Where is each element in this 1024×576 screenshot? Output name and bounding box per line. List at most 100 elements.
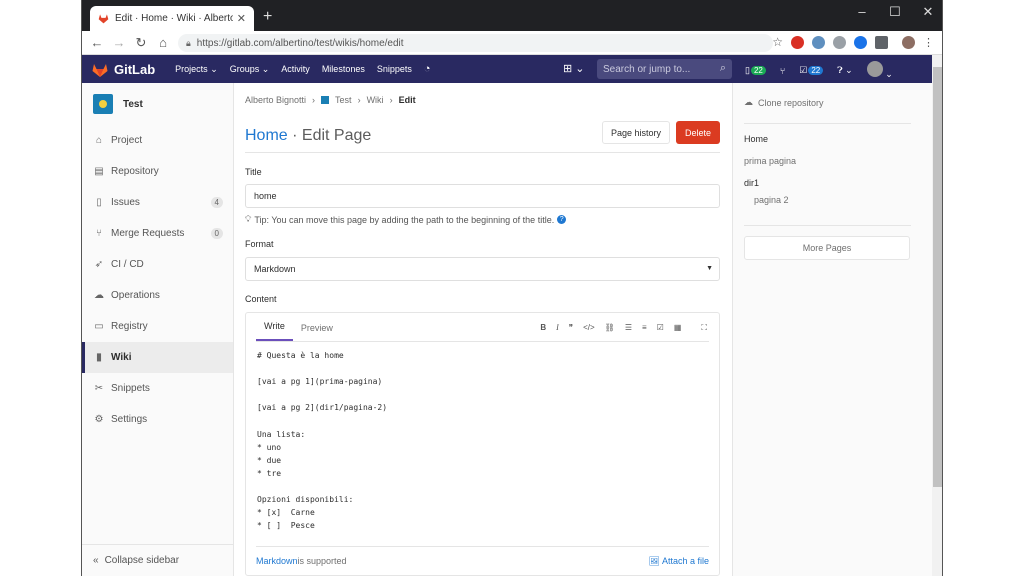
sidebar-item-merge-requests[interactable]: ⑂ Merge Requests 0 xyxy=(82,218,233,249)
fullscreen-icon[interactable]: ⛶ xyxy=(701,323,707,333)
adblock-icon[interactable] xyxy=(791,35,804,49)
page-title: Home · Edit Page xyxy=(245,127,371,145)
profile-avatar[interactable] xyxy=(902,35,915,49)
bold-icon[interactable]: B xyxy=(540,323,546,333)
scissors-icon: ✂ xyxy=(94,383,104,394)
page-history-button[interactable]: Page history xyxy=(602,121,670,144)
address-bar: ← → ↻ ⌂ 🔒︎ https://gitlab.com/albertino/… xyxy=(82,31,942,55)
chevron-right-icon: › xyxy=(357,95,361,105)
tab-preview[interactable]: Preview xyxy=(293,323,341,341)
markdown-editor: Write Preview B I ❞ </> ⛓ ☰ ≡ ☑ ▦ ⛶ # Qu… xyxy=(245,312,720,576)
issues-badge: 22 xyxy=(750,66,766,75)
performance-icon[interactable]: ◔ xyxy=(424,63,431,75)
tip-text: Tip: You can move this page by adding th… xyxy=(254,214,555,225)
issues-nav[interactable]: ▯ 22 xyxy=(745,65,766,76)
home-icon[interactable]: ⌂ xyxy=(152,35,174,50)
globe-extension-icon[interactable] xyxy=(854,35,867,49)
sidebar-item-registry[interactable]: ▭ Registry xyxy=(82,311,233,342)
url-field[interactable]: 🔒︎ https://gitlab.com/albertino/test/wik… xyxy=(178,34,773,52)
sidebar-item-issues[interactable]: ▯ Issues 4 xyxy=(82,187,233,218)
help-icon[interactable]: ? xyxy=(557,215,567,224)
container-icon: ▭ xyxy=(94,321,104,332)
main-content: Alberto Bignotti › Test › Wiki › Edit Home … xyxy=(245,83,721,576)
collapse-sidebar-button[interactable]: « Collapse sidebar xyxy=(82,544,234,576)
gear-icon: ⚙ xyxy=(94,414,104,425)
forward-icon[interactable]: → xyxy=(108,35,130,50)
sidebar-item-snippets[interactable]: ✂ Snippets xyxy=(82,373,233,404)
project-header[interactable]: Test xyxy=(82,83,233,125)
back-icon[interactable]: ← xyxy=(86,35,108,50)
sidebar-item-label: Registry xyxy=(111,321,148,332)
delete-button[interactable]: Delete xyxy=(676,121,720,144)
more-pages-button[interactable]: More Pages xyxy=(744,236,910,260)
format-select[interactable]: Markdown ▼ xyxy=(245,257,720,281)
window-close-icon[interactable]: ✕ xyxy=(918,4,938,20)
link-icon[interactable]: ⛓ xyxy=(605,323,615,333)
help-icon[interactable]: ❓︎ ⌄ xyxy=(837,65,852,76)
new-tab-icon[interactable]: + xyxy=(263,8,272,26)
lightbulb-icon: 💡︎ xyxy=(245,214,252,224)
sidebar-item-repository[interactable]: ▤ Repository xyxy=(82,156,233,187)
wiki-page-home[interactable]: Home xyxy=(744,134,768,144)
chrome-menu-icon[interactable]: ⋮ xyxy=(923,36,934,49)
search-input[interactable]: Search or jump to... ⌕ xyxy=(597,59,732,79)
tab-write[interactable]: Write xyxy=(256,321,293,341)
breadcrumb-user[interactable]: Alberto Bignotti xyxy=(245,95,306,105)
search-placeholder: Search or jump to... xyxy=(603,63,691,75)
user-menu[interactable]: ⌄ xyxy=(866,61,893,80)
chevron-right-icon: › xyxy=(312,95,316,105)
reload-icon[interactable]: ↻ xyxy=(130,35,152,51)
browser-tab[interactable]: Edit · Home · Wiki · Alberto Bigno ✕ xyxy=(90,6,254,31)
minimize-icon[interactable]: – xyxy=(852,4,872,19)
nav-snippets[interactable]: Snippets xyxy=(377,64,412,74)
markdown-link[interactable]: Markdown xyxy=(256,556,298,566)
task-list-icon[interactable]: ☑ xyxy=(657,323,664,333)
title-input[interactable]: home xyxy=(245,184,720,208)
sidebar-item-label: Settings xyxy=(111,414,148,425)
bullet-list-icon[interactable]: ☰ xyxy=(625,323,632,333)
browser-titlebar: Edit · Home · Wiki · Alberto Bigno ✕ + –… xyxy=(82,0,942,31)
wiki-page-prima-pagina[interactable]: prima pagina xyxy=(744,156,796,166)
scrollbar-thumb[interactable] xyxy=(933,67,942,487)
page-scrollbar[interactable] xyxy=(932,55,942,576)
sidebar-item-settings[interactable]: ⚙ Settings xyxy=(82,404,233,435)
sidebar-item-label: Wiki xyxy=(111,352,132,363)
extension-icons: ☆ ⋮ xyxy=(772,35,934,49)
table-icon[interactable]: ▦ xyxy=(674,323,682,333)
nav-activity[interactable]: Activity xyxy=(281,64,310,74)
sidebar-item-ci-cd[interactable]: ➶ CI / CD xyxy=(82,249,233,280)
breadcrumb-wiki[interactable]: Wiki xyxy=(367,95,384,105)
sidebar-item-project[interactable]: ⌂ Project xyxy=(82,125,233,156)
page-title-home[interactable]: Home xyxy=(245,127,288,144)
star-icon[interactable]: ☆ xyxy=(772,35,783,49)
gitlab-favicon-icon xyxy=(98,14,109,24)
breadcrumb-project[interactable]: Test xyxy=(335,95,352,105)
nav-groups[interactable]: Groups ⌄ xyxy=(230,64,270,75)
nav-projects-label: Projects xyxy=(175,63,208,74)
extension-icon[interactable] xyxy=(812,35,825,49)
attach-file-label: Attach a file xyxy=(661,556,709,566)
attach-file-button[interactable]: 🖼︎ Attach a file xyxy=(649,556,709,567)
nav-milestones[interactable]: Milestones xyxy=(322,64,365,74)
sidebar-item-label: Issues xyxy=(111,197,140,208)
italic-icon[interactable]: I xyxy=(556,323,559,333)
nav-projects[interactable]: Projects ⌄ xyxy=(175,64,218,75)
quote-icon[interactable]: ❞ xyxy=(569,323,573,333)
qr-extension-icon[interactable] xyxy=(875,35,888,49)
numbered-list-icon[interactable]: ≡ xyxy=(642,323,647,333)
shield-extension-icon[interactable] xyxy=(833,35,846,49)
gitlab-logo[interactable]: GitLab xyxy=(92,62,155,77)
code-icon[interactable]: </> xyxy=(583,323,595,333)
merge-requests-icon[interactable]: ⑂ xyxy=(780,66,785,76)
sidebar-item-wiki[interactable]: ▮ Wiki xyxy=(82,342,233,373)
content-textarea[interactable]: # Questa è la home [vai a pg 1](prima-pa… xyxy=(257,349,387,532)
close-tab-icon[interactable]: ✕ xyxy=(237,12,246,25)
collapse-sidebar-label: Collapse sidebar xyxy=(104,555,180,566)
sidebar-item-operations[interactable]: ☁ Operations xyxy=(82,280,233,311)
wiki-page-pagina-2[interactable]: pagina 2 xyxy=(754,195,789,205)
new-dropdown-icon[interactable]: ⊞ ⌄ xyxy=(563,62,585,75)
todos-nav[interactable]: ☑ 22 xyxy=(799,65,824,76)
clone-repository-link[interactable]: ☁ Clone repository xyxy=(744,97,824,108)
maximize-icon[interactable]: ☐ xyxy=(885,4,905,20)
chevron-right-icon: › xyxy=(389,95,393,105)
